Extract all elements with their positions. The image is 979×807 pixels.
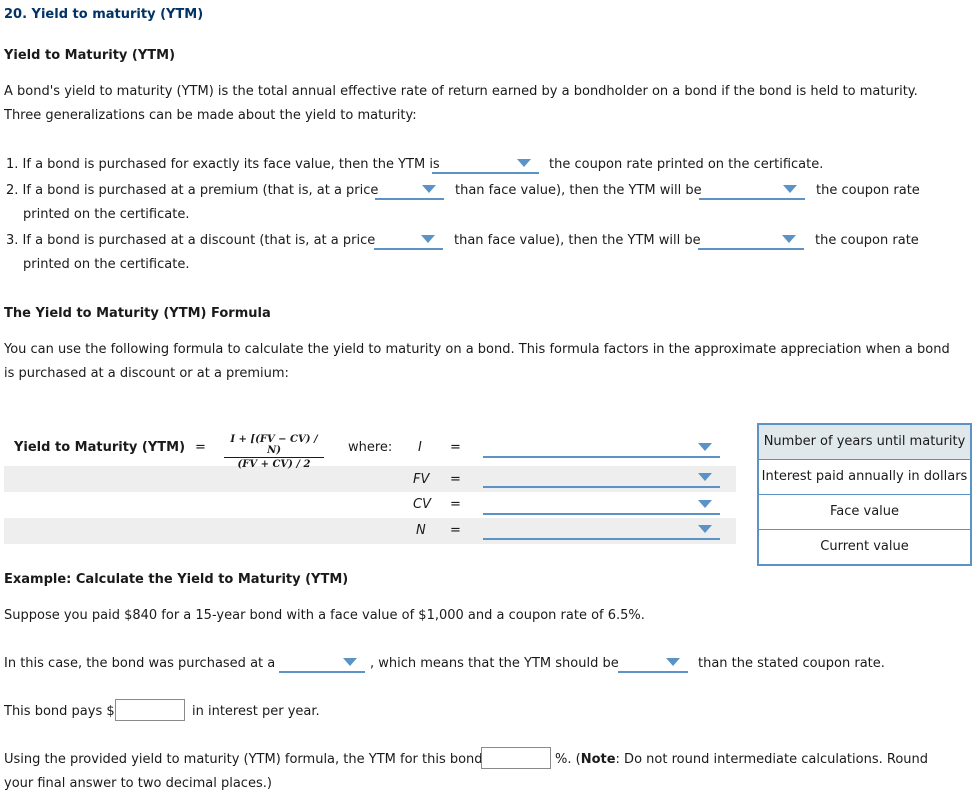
generalization-2-text: 2. If a bond is purchased at a premium (…: [6, 183, 379, 198]
where-label: where:: [348, 440, 393, 455]
answer-choice[interactable]: Current value: [759, 529, 970, 564]
generalization-2-after: the coupon rate: [816, 183, 920, 198]
chevron-down-icon: [698, 525, 712, 533]
note-text: : Do not round intermediate calculations…: [615, 752, 928, 767]
chevron-down-icon: [421, 235, 435, 243]
ytm-answer-input[interactable]: [481, 747, 551, 769]
ytm-text-before: Using the provided yield to maturity (YT…: [4, 752, 498, 767]
variable-symbol-i: I: [418, 440, 422, 455]
generalization-3-middle: than face value), then the YTM will be: [454, 233, 701, 248]
interest-text-before: This bond pays $: [4, 704, 115, 719]
example-heading: Example: Calculate the Yield to Maturity…: [4, 572, 349, 587]
intro-paragraph-line1: A bond's yield to maturity (YTM) is the …: [4, 84, 918, 99]
intro-heading: Yield to Maturity (YTM): [4, 48, 176, 63]
variable-symbol-n: N: [416, 523, 426, 538]
chevron-down-icon: [783, 185, 797, 193]
formula-denominator: (FV + CV) / 2: [237, 459, 311, 470]
variable-equals: =: [450, 497, 461, 512]
generalization-3-price-dropdown[interactable]: [374, 232, 443, 250]
chevron-down-icon: [517, 159, 531, 167]
answer-choice[interactable]: Interest paid annually in dollars: [759, 459, 970, 494]
ytm-comparison-dropdown[interactable]: [618, 655, 688, 673]
intro-paragraph-line2: Three generalizations can be made about …: [4, 108, 417, 123]
formula-label: Yield to Maturity (YTM): [14, 440, 186, 455]
variable-equals: =: [450, 472, 461, 487]
example-scenario: Suppose you paid $840 for a 15-year bond…: [4, 608, 645, 623]
formula-heading: The Yield to Maturity (YTM) Formula: [4, 306, 271, 321]
variable-fv-dropdown[interactable]: [483, 470, 720, 488]
answer-choice[interactable]: Number of years until maturity: [759, 425, 970, 459]
chevron-down-icon: [698, 473, 712, 481]
formula-paragraph-line1: You can use the following formula to cal…: [4, 342, 950, 357]
answer-choices-table: Number of years until maturity Interest …: [757, 423, 972, 566]
formula-equals: =: [195, 440, 206, 455]
chevron-down-icon: [422, 185, 436, 193]
variable-equals: =: [450, 523, 461, 538]
generalization-2-ytm-dropdown[interactable]: [699, 182, 805, 200]
answer-choice[interactable]: Face value: [759, 494, 970, 529]
purchase-type-dropdown[interactable]: [279, 655, 365, 673]
variable-symbol-fv: FV: [413, 472, 430, 487]
formula-numerator: I + [(FV − CV) / N): [224, 434, 324, 458]
variable-equals: =: [450, 440, 461, 455]
interest-text-after: in interest per year.: [192, 704, 320, 719]
generalization-2-price-dropdown[interactable]: [375, 182, 444, 200]
generalization-1-text: 1. If a bond is purchased for exactly it…: [6, 157, 440, 172]
case-text-after: than the stated coupon rate.: [698, 656, 885, 671]
note-line2: your final answer to two decimal places.…: [4, 776, 272, 791]
case-text-before: In this case, the bond was purchased at …: [4, 656, 276, 671]
chevron-down-icon: [698, 443, 712, 451]
chevron-down-icon: [782, 235, 796, 243]
chevron-down-icon: [666, 658, 680, 666]
variable-symbol-cv: CV: [413, 497, 431, 512]
ytm-note: %. (Note: Do not round intermediate calc…: [555, 752, 928, 767]
annual-interest-input[interactable]: [115, 699, 185, 721]
chevron-down-icon: [698, 500, 712, 508]
variable-n-dropdown[interactable]: [483, 522, 720, 540]
generalization-2-continuation: printed on the certificate.: [23, 207, 190, 222]
generalization-1-after: the coupon rate printed on the certifica…: [549, 157, 824, 172]
generalization-3-text: 3. If a bond is purchased at a discount …: [6, 233, 376, 248]
variable-i-dropdown[interactable]: [483, 440, 720, 458]
generalization-3-after: the coupon rate: [815, 233, 919, 248]
formula-paragraph-line2: is purchased at a discount or at a premi…: [4, 366, 289, 381]
generalization-3-ytm-dropdown[interactable]: [698, 232, 804, 250]
case-text-middle: , which means that the YTM should be: [370, 656, 619, 671]
percent-text: %. (: [555, 752, 581, 767]
note-label: Note: [580, 752, 616, 767]
variable-cv-dropdown[interactable]: [483, 497, 720, 515]
generalization-3-continuation: printed on the certificate.: [23, 257, 190, 272]
chevron-down-icon: [343, 658, 357, 666]
generalization-1-dropdown[interactable]: [432, 156, 539, 174]
formula-fraction: I + [(FV − CV) / N) (FV + CV) / 2: [224, 434, 324, 470]
question-title: 20. Yield to maturity (YTM): [4, 7, 204, 22]
generalization-2-middle: than face value), then the YTM will be: [455, 183, 702, 198]
